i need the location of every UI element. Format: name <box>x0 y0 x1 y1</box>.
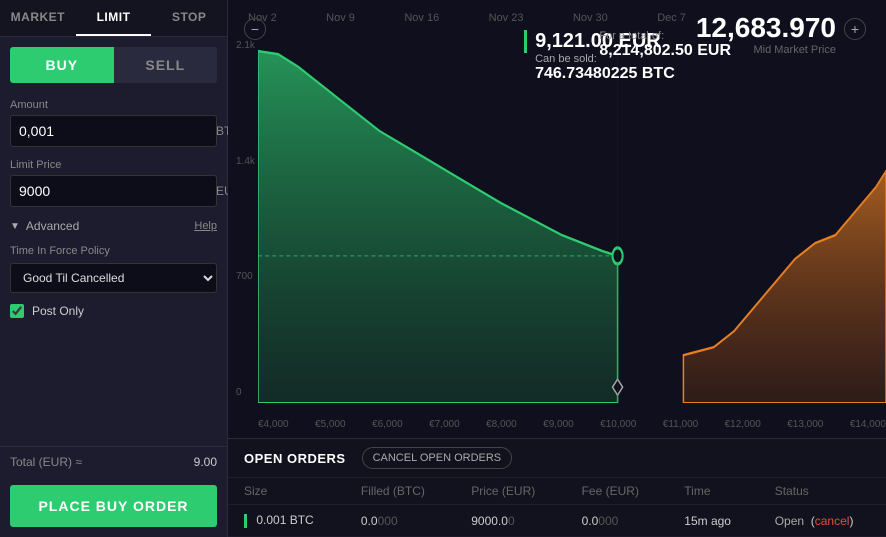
x-label-nov30: Nov 30 <box>573 12 608 24</box>
x-label-nov16: Nov 16 <box>404 12 439 24</box>
orders-table: Size Filled (BTC) Price (EUR) Fee (EUR) … <box>228 478 886 537</box>
x-label-dec7: Dec 7 <box>657 12 686 24</box>
x-price-5k: €5,000 <box>315 419 346 430</box>
open-orders-section: OPEN ORDERS CANCEL OPEN ORDERS Size Fill… <box>228 438 886 537</box>
buy-sell-row: BUY SELL <box>10 47 217 83</box>
x-date-axis: Nov 2 Nov 9 Nov 16 Nov 23 Nov 30 Dec 7 <box>248 12 686 24</box>
tooltip-btc-value: 746.73480225 BTC <box>524 65 675 83</box>
x-price-7k: €7,000 <box>429 419 460 430</box>
x-label-nov23: Nov 23 <box>489 12 524 24</box>
buy-button[interactable]: BUY <box>10 47 114 83</box>
advanced-row[interactable]: ▼ Advanced Help <box>0 213 227 239</box>
post-only-checkbox[interactable] <box>10 304 24 318</box>
order-indicator <box>244 514 247 528</box>
table-header-row: Size Filled (BTC) Price (EUR) Fee (EUR) … <box>228 478 886 505</box>
x-price-4k: €4,000 <box>258 419 289 430</box>
order-size: 0.001 BTC <box>228 505 345 537</box>
y-label-700: 700 <box>236 271 255 282</box>
col-price: Price (EUR) <box>455 478 565 505</box>
x-price-10k: €10,000 <box>600 419 636 430</box>
col-status: Status <box>759 478 886 505</box>
place-buy-order-button[interactable]: PLACE BUY ORDER <box>10 485 217 527</box>
total-row: Total (EUR) ≈ 9.00 <box>0 446 227 477</box>
total-value: 9.00 <box>194 455 217 469</box>
y-label-14k: 1.4k <box>236 156 255 167</box>
zoom-in-button[interactable]: + <box>844 18 866 40</box>
col-fee: Fee (EUR) <box>566 478 669 505</box>
advanced-label: Advanced <box>26 219 79 233</box>
zoom-out-button[interactable]: − <box>244 18 266 40</box>
cancel-order-link[interactable]: cancel <box>815 514 850 528</box>
table-row: 0.001 BTC 0.0000 9000.00 0.0000 15m ago … <box>228 505 886 537</box>
limit-price-field-group: Limit Price EUR <box>0 153 227 213</box>
mid-market-price: 12,683.970 <box>696 12 836 44</box>
order-fee: 0.0000 <box>566 505 669 537</box>
limit-price-label: Limit Price <box>10 159 217 171</box>
tab-limit[interactable]: LIMIT <box>76 0 152 36</box>
chart-svg <box>258 35 886 403</box>
chevron-down-icon: ▼ <box>10 221 20 232</box>
y-axis: 2.1k 1.4k 700 0 <box>236 40 255 398</box>
col-filled: Filled (BTC) <box>345 478 455 505</box>
advanced-left: ▼ Advanced <box>10 219 79 233</box>
limit-price-input[interactable] <box>11 176 208 206</box>
orders-header: OPEN ORDERS CANCEL OPEN ORDERS <box>228 439 886 478</box>
col-size: Size <box>228 478 345 505</box>
left-panel: MARKET LIMIT STOP BUY SELL Amount BTC Li… <box>0 0 228 537</box>
amount-input-row: BTC <box>10 115 217 147</box>
order-tabs: MARKET LIMIT STOP <box>0 0 227 37</box>
y-label-0: 0 <box>236 387 255 398</box>
amount-label: Amount <box>10 99 217 111</box>
x-price-axis: €4,000 €5,000 €6,000 €7,000 €8,000 €9,00… <box>258 419 886 430</box>
right-panel: Nov 2 Nov 9 Nov 16 Nov 23 Nov 30 Dec 7 2… <box>228 0 886 537</box>
post-only-row: Post Only <box>0 296 227 326</box>
amount-input[interactable] <box>11 116 208 146</box>
limit-price-input-row: EUR <box>10 175 217 207</box>
cancel-open-orders-button[interactable]: CANCEL OPEN ORDERS <box>362 447 513 469</box>
x-price-6k: €6,000 <box>372 419 403 430</box>
time-force-select[interactable]: Good Til Cancelled <box>10 263 217 293</box>
help-link[interactable]: Help <box>194 220 217 232</box>
col-time: Time <box>668 478 758 505</box>
order-time: 15m ago <box>668 505 758 537</box>
x-price-13k: €13,000 <box>787 419 823 430</box>
tab-market[interactable]: MARKET <box>0 0 76 36</box>
y-label-21k: 2.1k <box>236 40 255 51</box>
tab-stop[interactable]: STOP <box>151 0 227 36</box>
order-price: 9000.00 <box>455 505 565 537</box>
x-price-8k: €8,000 <box>486 419 517 430</box>
order-status: Open (cancel) <box>759 505 886 537</box>
x-label-nov9: Nov 9 <box>326 12 355 24</box>
mid-market-area: 12,683.970 Mid Market Price <box>696 12 836 56</box>
total-label: Total (EUR) ≈ <box>10 455 82 469</box>
sell-button[interactable]: SELL <box>114 47 218 83</box>
order-filled: 0.0000 <box>345 505 455 537</box>
x-price-9k: €9,000 <box>543 419 574 430</box>
post-only-label: Post Only <box>32 304 84 318</box>
time-force-select-row: Good Til Cancelled <box>10 263 217 293</box>
time-force-label: Time In Force Policy <box>0 239 227 260</box>
mid-market-label: Mid Market Price <box>696 44 836 56</box>
x-price-11k: €11,000 <box>663 419 698 430</box>
chart-area: Nov 2 Nov 9 Nov 16 Nov 23 Nov 30 Dec 7 2… <box>228 0 886 438</box>
amount-field-group: Amount BTC <box>0 93 227 153</box>
orders-title: OPEN ORDERS <box>244 451 346 466</box>
x-price-14k: €14,000 <box>850 419 886 430</box>
x-price-12k: €12,000 <box>725 419 761 430</box>
